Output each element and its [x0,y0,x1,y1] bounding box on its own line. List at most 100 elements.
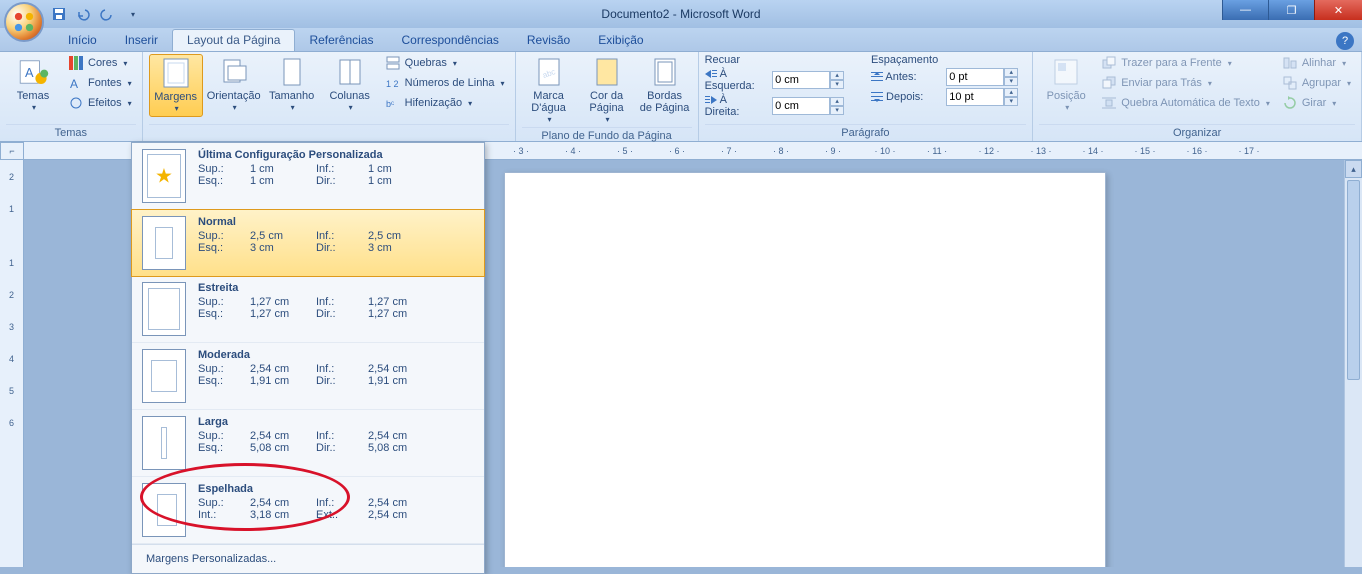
line-numbers-icon: 1 2 [385,75,401,91]
tab-references[interactable]: Referências [295,30,387,51]
indent-header: Recuar [705,54,765,66]
spin-up[interactable]: ▴ [830,71,844,80]
margins-option-title: Última Configuração Personalizada [198,149,474,161]
tab-mailings[interactable]: Correspondências [387,30,512,51]
margins-thumb-icon: ★ [142,149,186,203]
quick-access-toolbar: ▾ [50,0,142,28]
qat-customize-icon[interactable]: ▾ [124,5,142,23]
spacing-before-input[interactable] [946,68,1004,86]
breaks-icon [385,55,401,71]
theme-fonts-button[interactable]: AFontes▾ [64,74,136,92]
tab-review[interactable]: Revisão [513,30,584,51]
redo-icon[interactable] [98,5,116,23]
ribbon-tabs: Início Inserir Layout da Página Referênc… [0,28,1362,52]
margins-option-mirror[interactable]: EspelhadaSup.:2,54 cmInf.:2,54 cmInt.:3,… [132,477,484,544]
breaks-button[interactable]: Quebras▾ [381,54,509,72]
send-back-icon [1101,75,1117,91]
scroll-thumb[interactable] [1347,180,1360,380]
group-button[interactable]: Agrupar▾ [1278,74,1355,92]
text-wrap-button[interactable]: Quebra Automática de Texto▾ [1097,94,1274,112]
rotate-button[interactable]: Girar▾ [1278,94,1355,112]
watermark-button[interactable]: abc Marca D'água▾ [522,54,576,127]
spin-up[interactable]: ▴ [1004,88,1018,97]
spacing-after-input[interactable] [946,88,1004,106]
bring-front-icon [1101,55,1117,71]
align-icon [1282,55,1298,71]
size-button[interactable]: Tamanho▾ [265,54,319,115]
custom-margins-button[interactable]: Margens Personalizadas... [132,544,484,573]
size-icon [276,56,308,88]
spacing-before-label: Antes: [871,71,938,83]
vertical-scrollbar[interactable]: ▴ [1344,160,1362,567]
margins-thumb-icon [142,416,186,470]
orientation-icon [218,56,250,88]
orientation-button[interactable]: Orientação▾ [207,54,261,115]
spin-down[interactable]: ▾ [830,80,844,89]
margins-option-title: Larga [198,416,474,428]
themes-button[interactable]: A Temas▾ [6,54,60,115]
help-icon[interactable]: ? [1336,32,1354,50]
group-arrange-label: Organizar [1039,124,1355,141]
margins-option-narrow[interactable]: EstreitaSup.:1,27 cmInf.:1,27 cmEsq.:1,2… [132,276,484,343]
spacing-header: Espaçamento [871,54,938,66]
hyphenation-icon: bᶜ [385,95,401,111]
margins-option-last[interactable]: ★Última Configuração PersonalizadaSup.:1… [132,143,484,210]
line-numbers-button[interactable]: 1 2Números de Linha▾ [381,74,509,92]
window-title: Documento2 - Microsoft Word [601,7,760,21]
group-page-setup: Margens▾ Orientação▾ Tamanho▾ Colunas▾ Q… [143,52,516,141]
columns-button[interactable]: Colunas▾ [323,54,377,115]
page-color-button[interactable]: Cor da Página▾ [580,54,634,127]
group-themes: A Temas▾ Cores▾ AFontes▾ Efeitos▾ Temas [0,52,143,141]
tab-page-layout[interactable]: Layout da Página [172,29,295,51]
tab-home[interactable]: Início [54,30,111,51]
hyphenation-button[interactable]: bᶜHifenização▾ [381,94,509,112]
page-borders-button[interactable]: Bordas de Página [638,54,692,116]
margins-option-title: Estreita [198,282,474,294]
minimize-button[interactable]: — [1222,0,1268,20]
columns-icon [334,56,366,88]
group-arrange: Posição▾ Trazer para a Frente▾ Enviar pa… [1033,52,1362,141]
indent-right-input[interactable] [772,97,830,115]
spin-up[interactable]: ▴ [830,97,844,106]
align-button[interactable]: Alinhar▾ [1278,54,1355,72]
tab-view[interactable]: Exibição [584,30,657,51]
theme-colors-button[interactable]: Cores▾ [64,54,136,72]
ribbon: A Temas▾ Cores▾ AFontes▾ Efeitos▾ Temas … [0,52,1362,142]
rotate-icon [1282,95,1298,111]
close-button[interactable]: ✕ [1314,0,1362,20]
margins-option-wide[interactable]: LargaSup.:2,54 cmInf.:2,54 cmEsq.:5,08 c… [132,410,484,477]
page[interactable] [504,172,1106,567]
margins-option-title: Moderada [198,349,474,361]
vertical-ruler[interactable]: 21123456 [0,160,24,567]
send-back-button[interactable]: Enviar para Trás▾ [1097,74,1274,92]
position-icon [1050,56,1082,88]
margins-option-normal[interactable]: NormalSup.:2,5 cmInf.:2,5 cmEsq.:3 cmDir… [131,209,485,277]
indent-left-input[interactable] [772,71,830,89]
scroll-up-arrow[interactable]: ▴ [1345,160,1362,178]
undo-icon[interactable] [74,5,92,23]
fonts-icon: A [68,75,84,91]
maximize-button[interactable]: ❐ [1268,0,1314,20]
margins-option-moderate[interactable]: ModeradaSup.:2,54 cmInf.:2,54 cmEsq.:1,9… [132,343,484,410]
save-icon[interactable] [50,5,68,23]
margins-button[interactable]: Margens▾ [149,54,203,117]
wrap-icon [1101,95,1117,111]
colors-icon [68,55,84,71]
tab-insert[interactable]: Inserir [111,30,172,51]
spin-down[interactable]: ▾ [830,106,844,115]
themes-label: Temas [17,90,49,102]
margins-thumb-icon [142,216,186,270]
spin-down[interactable]: ▾ [1004,97,1018,106]
theme-effects-button[interactable]: Efeitos▾ [64,94,136,112]
office-button[interactable] [4,2,44,42]
spin-up[interactable]: ▴ [1004,68,1018,77]
bring-front-button[interactable]: Trazer para a Frente▾ [1097,54,1274,72]
group-paragraph: Recuar À Esquerda: ▴▾ À Direita: ▴▾ Espa… [699,52,1034,141]
spin-down[interactable]: ▾ [1004,77,1018,86]
page-borders-icon [649,56,681,88]
position-button[interactable]: Posição▾ [1039,54,1093,115]
ruler-corner[interactable]: ⌐ [0,142,24,160]
themes-icon: A [17,56,49,88]
margins-thumb-icon [142,349,186,403]
margins-dropdown: ★Última Configuração PersonalizadaSup.:1… [131,142,485,574]
